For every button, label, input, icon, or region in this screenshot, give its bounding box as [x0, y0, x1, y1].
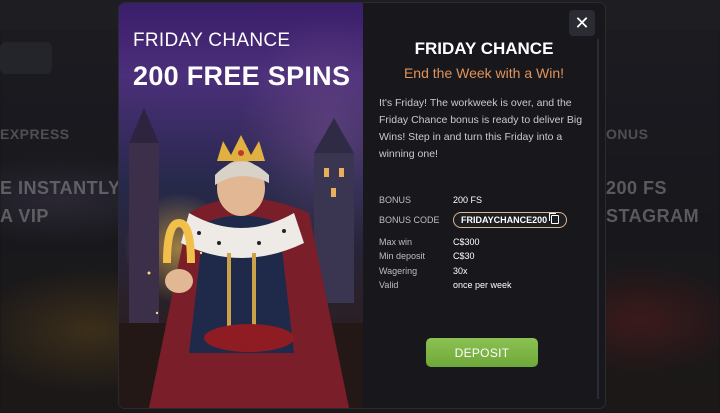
term-row-max-win: Max win C$300 [379, 235, 599, 250]
bonus-terms: BONUS 200 FS BONUS CODE FRIDAYCHANCE200 … [379, 193, 599, 293]
term-value: 200 FS [453, 195, 483, 206]
term-row-bonus-code: BONUS CODE FRIDAYCHANCE200 [379, 209, 599, 231]
copy-bonus-code-button[interactable]: FRIDAYCHANCE200 [453, 211, 568, 228]
king-illustration [147, 135, 349, 408]
bonus-code-value: FRIDAYCHANCE200 [461, 214, 548, 225]
bonus-tagline: End the Week with a Win! [403, 65, 565, 81]
term-row-wagering: Wagering 30x [379, 264, 599, 279]
term-row-valid: Valid once per week [379, 278, 599, 293]
term-label: Min deposit [379, 251, 426, 262]
promo-subtitle: FRIDAY CHANCE [133, 30, 291, 51]
close-button[interactable]: ✕ [569, 10, 595, 36]
promo-banner: FRIDAY CHANCE 200 FREE SPINS [119, 3, 363, 408]
term-value: 30x [453, 265, 468, 276]
term-label: Valid [379, 280, 399, 291]
term-row-bonus: BONUS 200 FS [379, 193, 599, 208]
promo-headline: 200 FREE SPINS [133, 61, 351, 91]
term-value: once per week [453, 280, 512, 291]
bonus-description: It's Friday! The workweek is over, and t… [379, 97, 583, 160]
term-label: BONUS [379, 195, 412, 206]
term-label: Max win [379, 236, 413, 247]
term-label: BONUS CODE [379, 214, 440, 225]
bonus-title: FRIDAY CHANCE [414, 39, 554, 58]
copy-icon [549, 213, 560, 224]
term-row-min-deposit: Min deposit C$30 [379, 249, 599, 264]
term-value: C$300 [453, 236, 480, 247]
bonus-modal: FRIDAY CHANCE 200 FREE SPINS FRIDAY CHAN… [119, 3, 605, 408]
deposit-button[interactable]: DEPOSIT [426, 338, 538, 367]
term-label: Wagering [379, 265, 418, 276]
bonus-details: FRIDAY CHANCE End the Week with a Win! I… [363, 3, 605, 408]
term-value: C$30 [453, 251, 475, 262]
close-icon: ✕ [574, 12, 590, 33]
modal-scrollbar[interactable] [597, 39, 599, 399]
